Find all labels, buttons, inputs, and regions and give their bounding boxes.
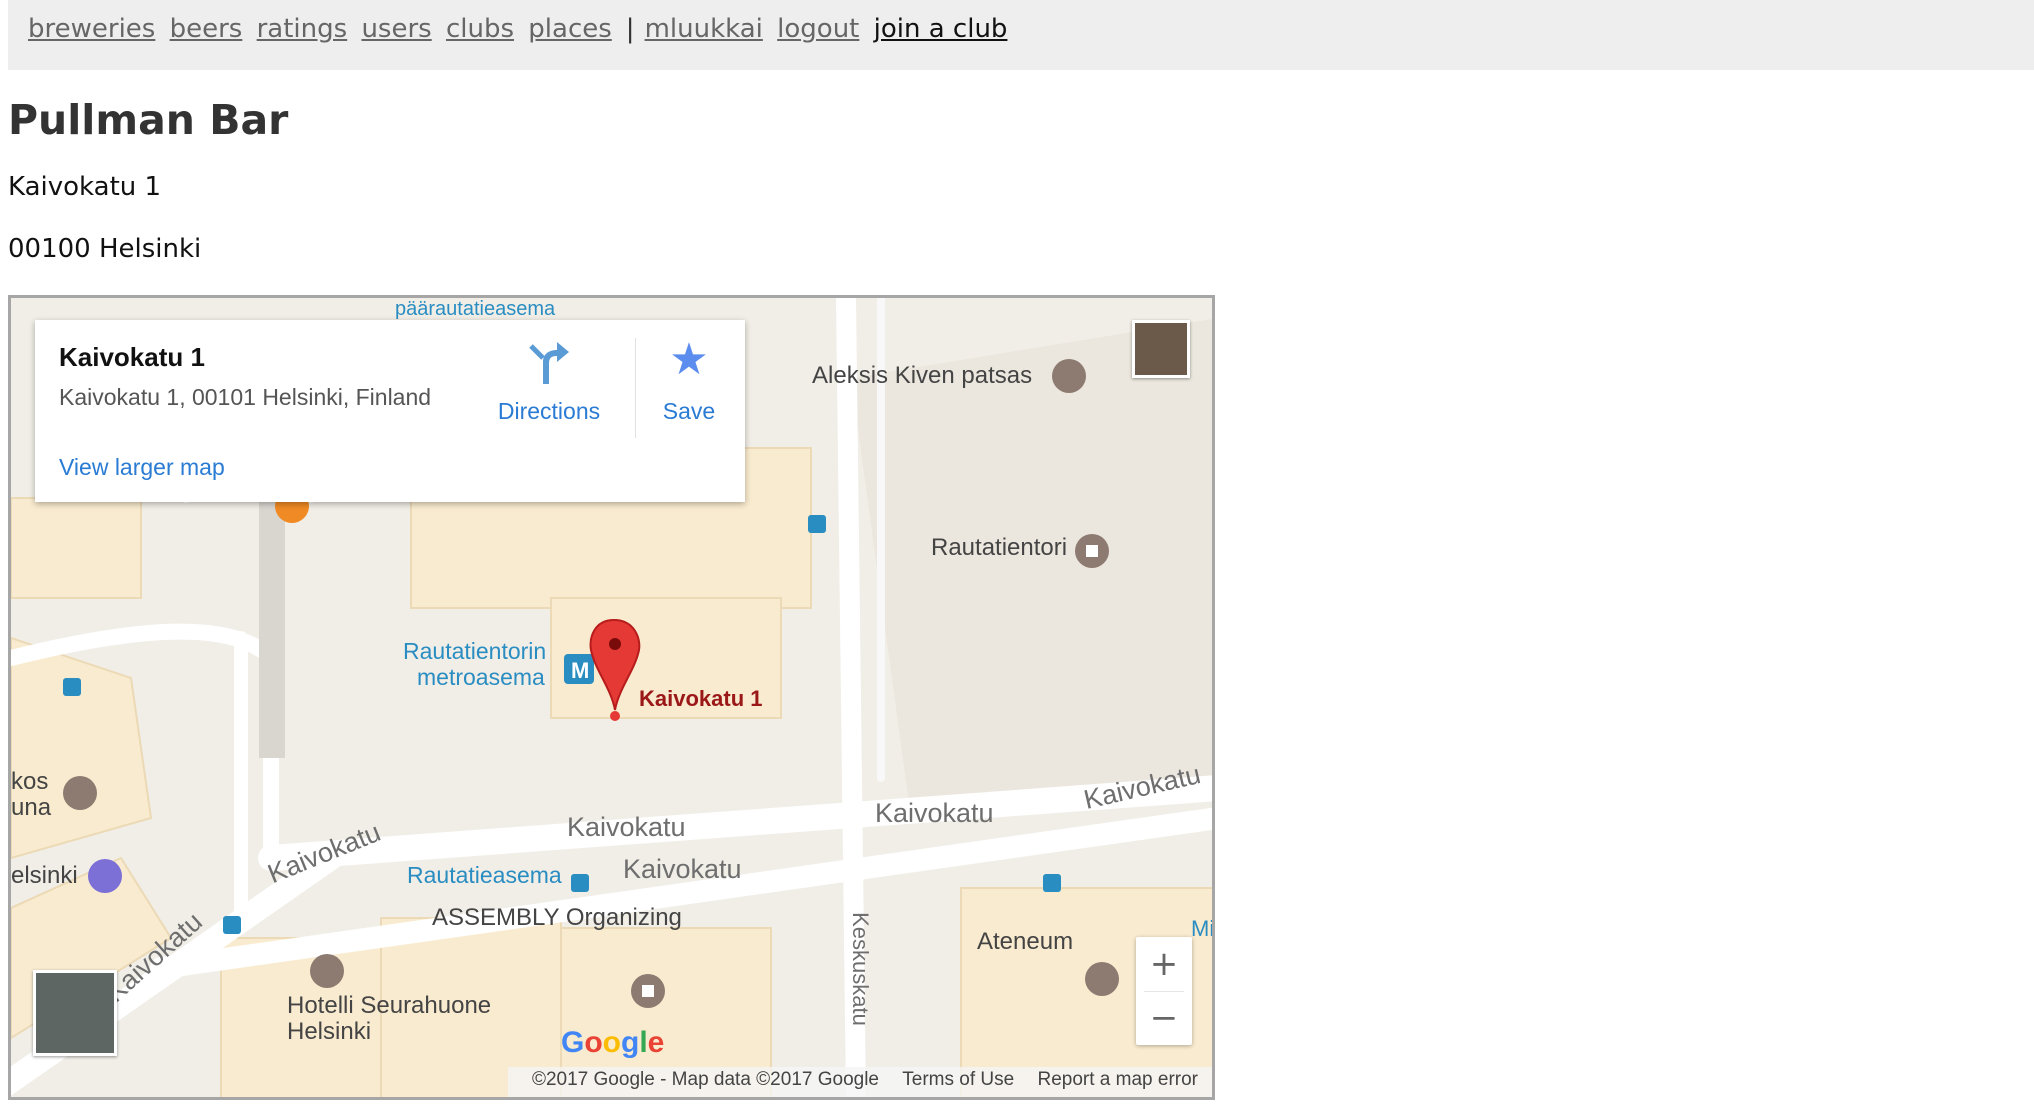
place-street: Kaivokatu 1 [8,172,162,202]
marker-label[interactable]: Kaivokatu 1 [639,686,763,712]
nav-link-join-club[interactable]: join a club [874,14,1008,44]
zoom-out-button[interactable]: − [1136,991,1192,1045]
top-navigation-bar: breweries beers ratings users clubs plac… [8,0,2034,70]
svg-text:M: M [571,658,589,683]
poi-hotelli-line2[interactable]: Helsinki [287,1018,371,1046]
save-button[interactable]: ★ Save [643,338,735,425]
poi-kos[interactable]: kos [11,768,48,796]
nav-link-users[interactable]: users [361,14,431,44]
nav-link-user[interactable]: mluukkai [645,14,763,44]
page-title: Pullman Bar [8,96,289,144]
poi-hotelli-line1[interactable]: Hotelli Seurahuone [287,992,491,1020]
zoom-controls: + − [1136,937,1192,1045]
zoom-in-button[interactable]: + [1136,937,1192,991]
poi-paarautatieasema[interactable]: päärautatieasema [395,298,555,321]
street-label-kaivokatu-2: Kaivokatu [623,854,742,884]
poi-metro-line2[interactable]: metroasema [417,664,545,691]
poi-aleksis-kiven-patsas[interactable]: Aleksis Kiven patsas [812,362,1032,390]
street-label-kaivokatu-3: Kaivokatu [875,798,994,828]
photo-thumbnail[interactable] [1132,320,1190,378]
info-card-address: Kaivokatu 1, 00101 Helsinki, Finland [59,384,432,410]
place-city: 00100 Helsinki [8,234,202,264]
poi-assembly[interactable]: ASSEMBLY Organizing [432,904,682,932]
poi-elsinki[interactable]: elsinki [11,862,78,890]
google-logo: Google [561,1026,665,1059]
nav-separator: | [625,14,635,44]
directions-label: Directions [497,398,601,424]
directions-icon [489,338,609,398]
star-icon: ★ [669,335,709,384]
poi-rautatientori[interactable]: Rautatientori [931,534,1067,562]
poi-metro-line1[interactable]: Rautatientorin [403,638,546,665]
nav-link-logout[interactable]: logout [777,14,859,44]
map-copyright: ©2017 Google - Map data ©2017 Google [531,1069,879,1090]
nav-link-ratings[interactable]: ratings [257,14,348,44]
poi-una[interactable]: una [11,794,51,822]
map-footer: ©2017 Google - Map data ©2017 Google Ter… [507,1067,1212,1097]
map-info-card: Kaivokatu 1 Kaivokatu 1, 00101 Helsinki,… [35,320,745,502]
nav-links: breweries beers ratings users clubs plac… [28,14,1013,44]
nav-link-beers[interactable]: beers [170,14,243,44]
street-label-keskuskatu: Keskuskatu [847,912,873,1026]
info-card-divider [635,338,636,438]
poi-mi[interactable]: Mi [1191,916,1212,942]
report-map-error-link[interactable]: Report a map error [1037,1069,1198,1090]
terms-of-use-link[interactable]: Terms of Use [902,1069,1014,1090]
poi-rautatieasema[interactable]: Rautatieasema [407,862,562,889]
embedded-map[interactable]: M Aleksis Kiven patsas Rautatientori Rau… [8,295,1215,1100]
directions-button[interactable]: Directions [489,338,609,425]
save-label: Save [662,398,716,424]
nav-link-breweries[interactable]: breweries [28,14,155,44]
nav-link-places[interactable]: places [528,14,612,44]
info-card-title: Kaivokatu 1 [59,342,205,372]
view-larger-map-link[interactable]: View larger map [59,454,225,481]
poi-ateneum[interactable]: Ateneum [977,928,1073,956]
nav-link-clubs[interactable]: clubs [446,14,514,44]
street-view-thumbnail[interactable] [33,970,117,1056]
street-label-kaivokatu-1: Kaivokatu [567,812,686,842]
